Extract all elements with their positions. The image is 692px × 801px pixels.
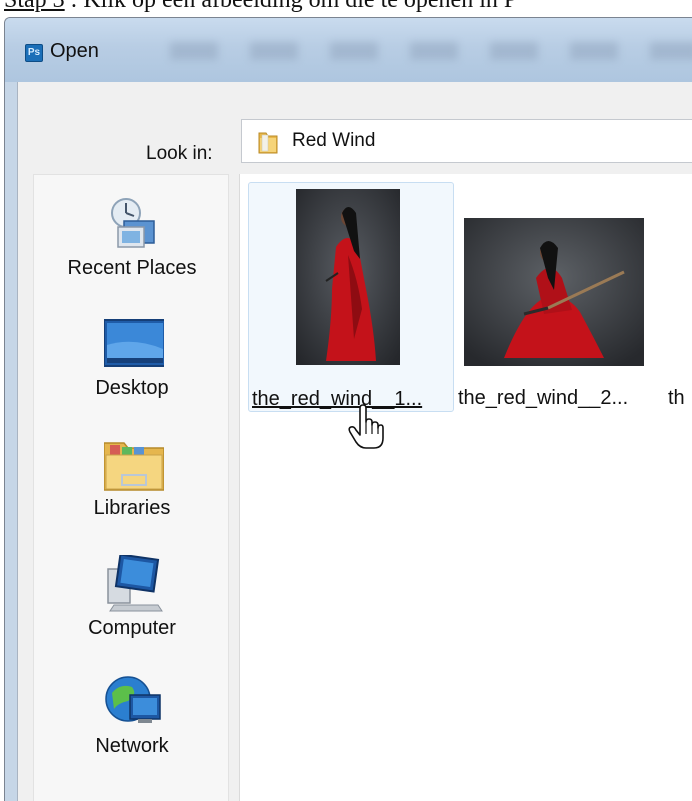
place-label: Network bbox=[95, 735, 169, 757]
places-bar: Recent Places Desktop Libraries Computer… bbox=[33, 174, 229, 801]
look-in-value: Red Wind bbox=[292, 130, 376, 151]
instruction-caption: Stap 3 : Klik op een afbeelding om die t… bbox=[4, 0, 692, 15]
place-network[interactable]: Network bbox=[34, 673, 230, 783]
file-name: the_red_wind__1... bbox=[252, 388, 423, 410]
window-title: Open bbox=[50, 40, 99, 62]
file-item[interactable]: the_red_wind__2... bbox=[456, 182, 668, 412]
network-icon bbox=[105, 676, 161, 723]
file-item[interactable]: the_red_wind__1... bbox=[248, 182, 454, 412]
place-libraries[interactable]: Libraries bbox=[34, 435, 230, 545]
look-in-label: Look in: bbox=[146, 143, 213, 164]
photoshop-icon: Ps bbox=[25, 44, 43, 62]
libraries-icon bbox=[104, 442, 164, 491]
desktop-icon bbox=[104, 319, 164, 367]
place-computer[interactable]: Computer bbox=[34, 555, 230, 665]
blurred-menu-bar bbox=[170, 42, 692, 60]
thumbnail-image bbox=[296, 189, 400, 365]
look-in-dropdown[interactable]: Red Wind bbox=[241, 119, 692, 163]
place-label: Desktop bbox=[95, 377, 169, 399]
thumbnail-image bbox=[464, 218, 644, 366]
recent-places-icon bbox=[111, 198, 155, 248]
file-name: the_red_wind__2... bbox=[458, 387, 629, 409]
caption-text: : Klik op een afbeelding om die te opene… bbox=[64, 0, 518, 13]
place-label: Recent Places bbox=[67, 257, 197, 279]
file-item[interactable]: th bbox=[668, 182, 692, 412]
hand-pointer-icon bbox=[348, 404, 384, 449]
place-desktop[interactable]: Desktop bbox=[34, 315, 230, 425]
computer-icon bbox=[107, 555, 163, 612]
file-name: th bbox=[668, 387, 685, 409]
caption-step: Stap 3 bbox=[4, 0, 65, 13]
file-list: the_red_wind__1... the_red_wind__2... th bbox=[239, 174, 692, 801]
place-recent-places[interactable]: Recent Places bbox=[34, 195, 230, 305]
place-label: Libraries bbox=[93, 497, 171, 519]
place-label: Computer bbox=[88, 617, 176, 639]
title-bar[interactable]: Ps Open bbox=[5, 18, 692, 82]
folder-icon bbox=[258, 132, 278, 154]
